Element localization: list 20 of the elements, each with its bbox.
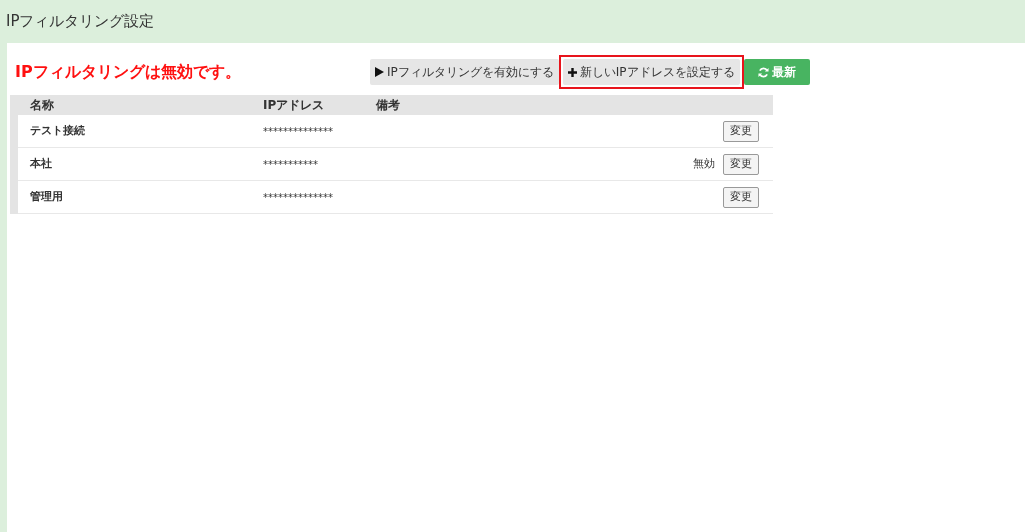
plus-icon <box>567 67 577 77</box>
note-cell-text: 無効 <box>693 155 715 172</box>
add-ip-button[interactable]: 新しいIPアドレスを設定する <box>562 59 740 85</box>
ip-cell-text: *********** <box>263 157 319 172</box>
page-title: IPフィルタリング設定 <box>6 11 155 33</box>
ip-cell-text: ************** <box>263 190 334 205</box>
column-header: 名称 <box>29 97 55 114</box>
ip-cell-text: ************** <box>263 124 334 139</box>
column-header: 備考 <box>376 97 400 114</box>
enable-button[interactable]: IPフィルタリングを有効にする <box>370 59 559 85</box>
status-message: IPフィルタリングは無効です。 <box>14 61 242 83</box>
name-cell-text: テスト接続 <box>29 122 86 139</box>
name-cell-text: 管理用 <box>29 188 64 205</box>
name-cell-text: 本社 <box>29 155 53 172</box>
refresh-icon <box>757 66 769 78</box>
edit-button[interactable]: 変更 <box>723 153 759 175</box>
edit-button[interactable]: 変更 <box>723 186 759 208</box>
edit-button[interactable]: 変更 <box>723 120 759 142</box>
column-header: IPアドレス <box>263 97 326 114</box>
play-icon <box>375 67 384 77</box>
